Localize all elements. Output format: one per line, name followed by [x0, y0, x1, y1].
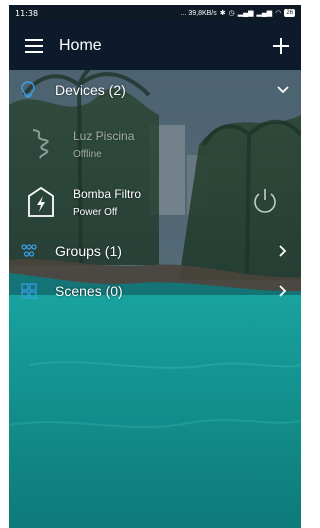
plus-icon — [273, 37, 289, 54]
hamburger-menu-icon — [25, 38, 43, 53]
power-icon — [254, 189, 276, 213]
device-text: Luz Piscina Offline — [73, 129, 134, 160]
section-scenes[interactable]: Scenes (0) — [9, 271, 301, 311]
group-nodes-icon — [21, 241, 47, 261]
section-groups[interactable]: Groups (1) — [9, 231, 301, 271]
wifi-icon: ◠ — [275, 10, 282, 17]
app-bar: Home — [9, 21, 301, 70]
power-button[interactable] — [247, 183, 283, 219]
status-bar: 11:38 ... 39,8KB/s ✱ ◷ ▂▄▆ ▂▄▆ ◠ 26 — [9, 5, 301, 21]
chevron-down-icon — [275, 82, 291, 98]
device-name: Luz Piscina — [73, 128, 135, 143]
add-button[interactable] — [261, 21, 301, 70]
page-title: Home — [59, 36, 102, 54]
alarm-icon: ◷ — [228, 10, 235, 17]
chevron-right-icon — [275, 243, 291, 259]
section-groups-label: Groups (1) — [55, 243, 122, 259]
device-name: Bomba Filtro — [73, 186, 142, 201]
device-item-bomba-filtro[interactable]: Bomba Filtro Power Off — [21, 173, 301, 231]
status-indicators: ... 39,8KB/s ✱ ◷ ▂▄▆ ▂▄▆ ◠ 26 — [181, 9, 295, 17]
bluetooth-icon: ✱ — [219, 10, 226, 17]
device-status: Power Off — [73, 206, 118, 218]
signal-icon: ▂▄▆ — [237, 10, 254, 17]
chevron-right-icon — [275, 283, 291, 299]
device-status: Offline — [73, 148, 102, 160]
signal-icon-2: ▂▄▆ — [256, 10, 273, 17]
section-scenes-label: Scenes (0) — [55, 283, 123, 299]
status-time: 11:38 — [15, 8, 39, 18]
phone-screen: 11:38 ... 39,8KB/s ✱ ◷ ▂▄▆ ▂▄▆ ◠ 26 Home — [9, 5, 301, 528]
menu-button[interactable] — [9, 21, 59, 70]
battery-icon: 26 — [284, 9, 295, 17]
light-strip-icon — [21, 124, 61, 164]
section-devices-label: Devices (2) — [55, 82, 126, 98]
scenes-grid-icon — [21, 281, 47, 301]
section-devices[interactable]: Devices (2) — [9, 70, 301, 110]
network-speed: ... 39,8KB/s — [180, 9, 217, 17]
lightbulb-icon — [21, 80, 47, 100]
smart-plug-icon — [21, 182, 61, 222]
device-text: Bomba Filtro Power Off — [73, 187, 141, 218]
device-item-luz-piscina[interactable]: Luz Piscina Offline — [21, 115, 301, 173]
